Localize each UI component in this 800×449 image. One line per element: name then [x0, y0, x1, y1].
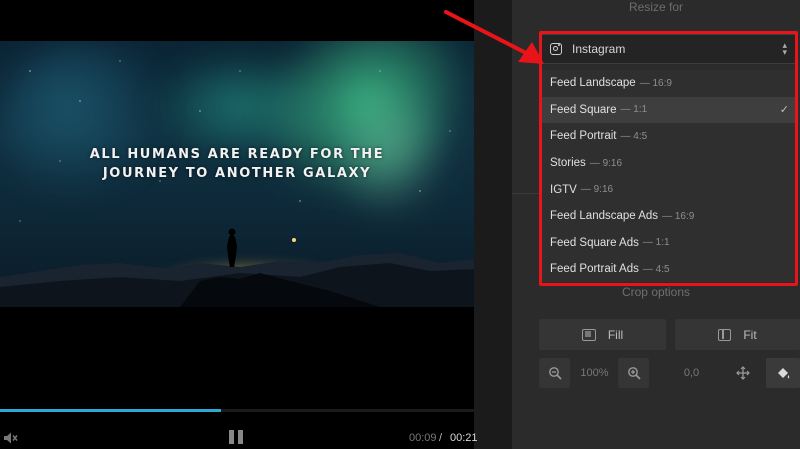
dropdown-option-ratio: — 1:1: [620, 104, 648, 116]
zoom-out-button[interactable]: [539, 358, 570, 388]
platform-select[interactable]: Instagram ▴ ▾: [539, 34, 798, 64]
paint-bucket-icon: [777, 367, 789, 378]
dropdown-option[interactable]: Feed Square — 1:1 ✓: [541, 96, 797, 124]
video-progress-track[interactable]: [0, 409, 474, 412]
checkmark-icon: ✓: [779, 103, 789, 116]
fill-button[interactable]: Fill: [539, 319, 666, 350]
dropdown-option-label: Stories: [550, 157, 586, 170]
video-player: ALL HUMANS ARE READY FOR THE JOURNEY TO …: [0, 0, 478, 449]
dropdown-option-ratio: — 9:16: [580, 184, 614, 196]
zoom-value-field[interactable]: 100%: [572, 358, 617, 388]
crop-options-label: Crop options: [621, 285, 691, 299]
dropdown-option-label: Feed Portrait Ads: [550, 263, 639, 276]
zoom-out-icon: [548, 367, 562, 380]
dropdown-option[interactable]: Feed Square Ads — 1:1: [541, 230, 797, 257]
video-frame[interactable]: ALL HUMANS ARE READY FOR THE JOURNEY TO …: [0, 41, 474, 307]
background-color-button[interactable]: [766, 358, 800, 388]
dropdown-option-label: Feed Square Ads: [550, 236, 639, 249]
pause-button[interactable]: [229, 430, 245, 446]
pause-icon: [229, 430, 234, 444]
dropdown-option-ratio: — 16:9: [662, 210, 695, 222]
dropdown-option-label: Feed Landscape: [550, 77, 636, 90]
dropdown-option-label: Feed Landscape Ads: [550, 210, 659, 223]
move-arrows-icon: [736, 366, 750, 380]
dropdown-option-label: IGTV: [550, 183, 577, 196]
dropdown-option[interactable]: IGTV — 9:16: [541, 176, 797, 203]
time-separator: /: [439, 432, 443, 444]
video-progress-fill: [0, 409, 221, 412]
dropdown-option[interactable]: Feed Portrait — 4:5: [541, 123, 797, 150]
zoom-in-icon: [627, 367, 641, 380]
position-field[interactable]: 0,0: [656, 358, 727, 388]
instagram-icon: [550, 43, 562, 55]
dropdown-option-ratio: — 1:1: [642, 237, 670, 249]
dropdown-option-ratio: — 4:5: [620, 130, 648, 142]
zoom-in-button[interactable]: [618, 358, 649, 388]
dropdown-option[interactable]: Stories — 9:16: [541, 150, 797, 177]
dropdown-option-label: Feed Square: [550, 103, 617, 116]
fit-button-label: Fit: [743, 327, 757, 342]
dropdown-option[interactable]: Feed Portrait Ads — 4:5: [541, 256, 797, 282]
current-time: 00:09: [409, 432, 437, 444]
total-time: 00:21: [450, 432, 478, 444]
dropdown-option[interactable]: Feed Landscape Ads — 16:9: [541, 203, 797, 230]
video-overlay-text: ALL HUMANS ARE READY FOR THE JOURNEY TO …: [89, 147, 385, 181]
dropdown-option-ratio: — 9:16: [589, 157, 623, 169]
mute-button[interactable]: [2, 430, 18, 446]
speaker-muted-icon: [4, 432, 18, 444]
fill-button-label: Fill: [607, 327, 624, 342]
platform-select-value: Instagram: [572, 42, 626, 56]
fit-button[interactable]: Fit: [675, 319, 800, 350]
fill-icon: [581, 328, 596, 341]
dropdown-option-label: Feed Portrait: [550, 130, 617, 143]
pause-icon: [238, 430, 243, 444]
dropdown-option-ratio: — 4:5: [642, 263, 670, 275]
divider: [512, 193, 540, 194]
sort-arrows-icon: ▴ ▾: [782, 40, 787, 57]
dropdown-option[interactable]: Feed Landscape — 16:9: [541, 70, 797, 97]
resize-for-label: Resize for: [628, 0, 684, 14]
dropdown-option-ratio: — 16:9: [639, 77, 672, 89]
app-root: ALL HUMANS ARE READY FOR THE JOURNEY TO …: [0, 0, 800, 449]
move-button[interactable]: [729, 358, 757, 388]
fit-icon: [718, 328, 732, 341]
format-dropdown-list: Feed Landscape — 16:9 Feed Square — 1:1 ✓ Fee…: [541, 70, 797, 282]
